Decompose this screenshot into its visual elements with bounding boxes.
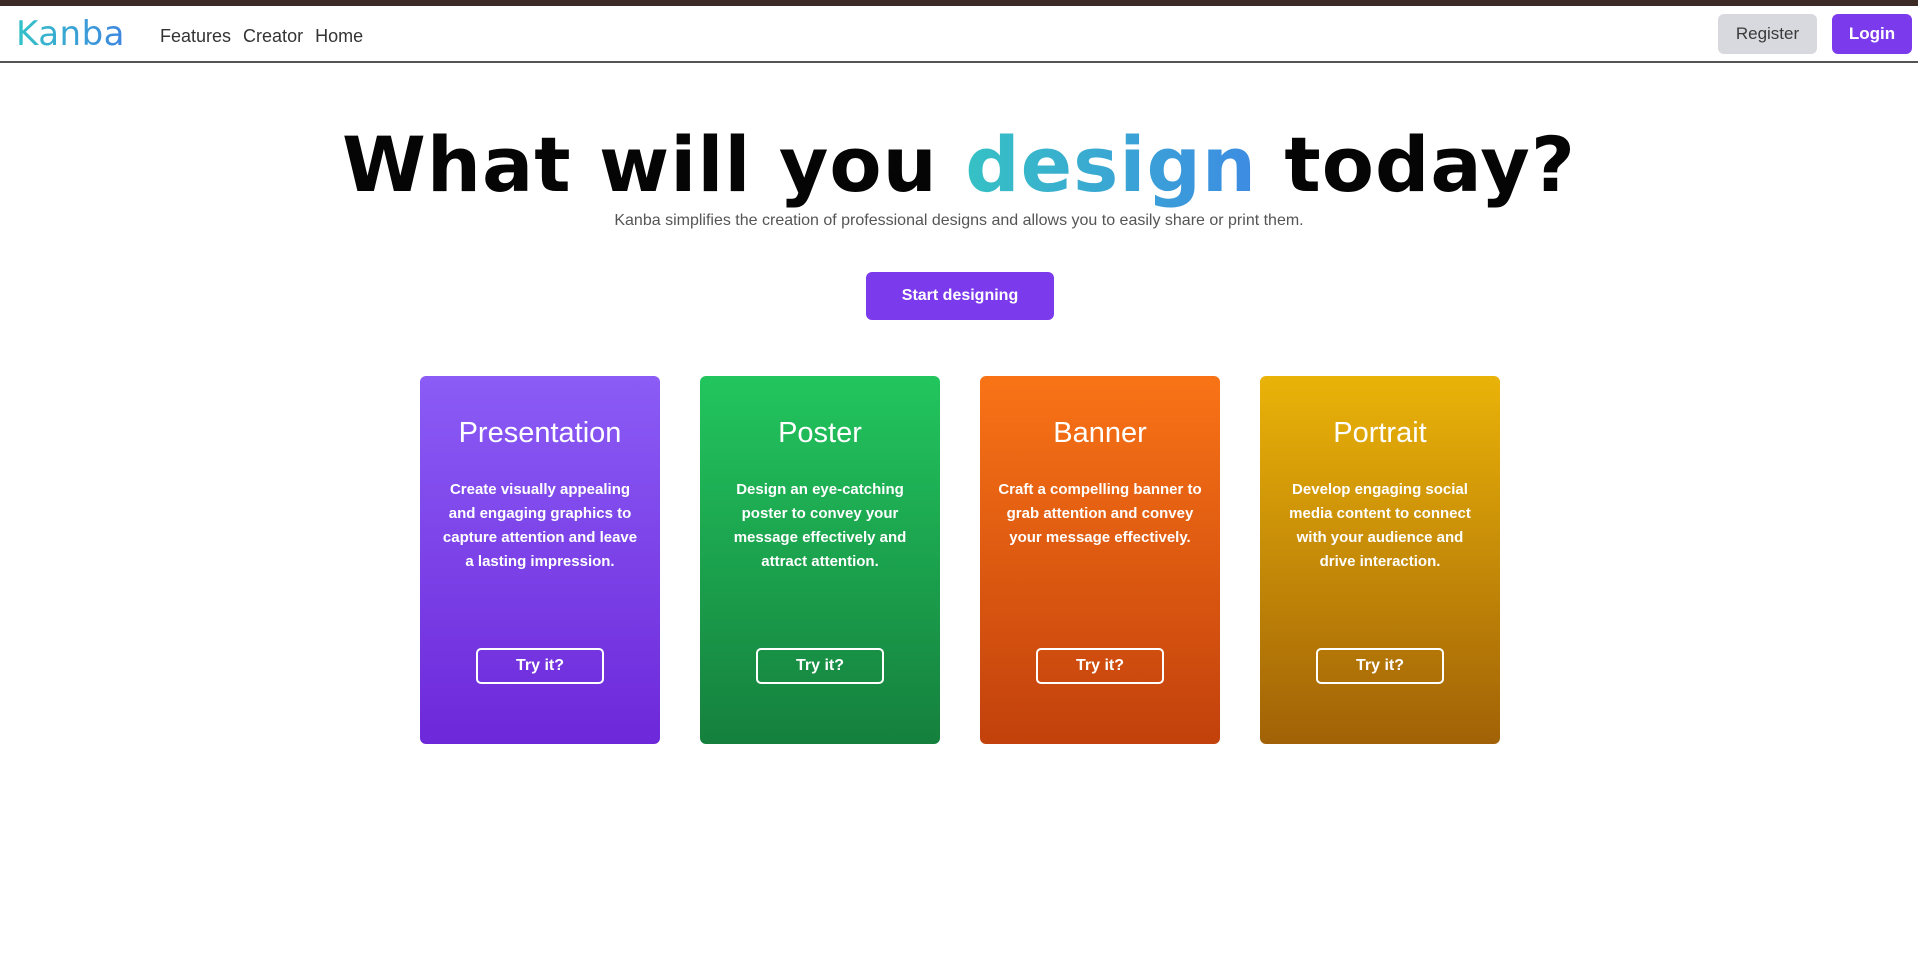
hero-title: What will you design today? (0, 120, 1918, 210)
start-designing-button[interactable]: Start designing (866, 272, 1054, 320)
navbar: Kanba Features Creator Home Register Log… (0, 6, 1918, 63)
design-type-cards: Presentation Create visually appealing a… (420, 376, 1500, 744)
register-button[interactable]: Register (1718, 14, 1817, 54)
card-poster: Poster Design an eye-catching poster to … (700, 376, 940, 744)
nav-links: Features Creator Home (160, 25, 363, 47)
login-button[interactable]: Login (1832, 14, 1912, 54)
card-title: Presentation (458, 417, 622, 449)
nav-link-features[interactable]: Features (160, 25, 231, 47)
hero-title-before: What will you (342, 120, 966, 209)
card-description: Create visually appealing and engaging g… (442, 481, 638, 570)
nav-link-home[interactable]: Home (315, 25, 363, 47)
card-title: Portrait (1333, 417, 1427, 449)
hero-title-after: today? (1256, 120, 1576, 209)
hero-subtitle: Kanba simplifies the creation of profess… (614, 212, 1304, 229)
nav-link-creator[interactable]: Creator (243, 25, 303, 47)
card-description: Develop engaging social media content to… (1289, 481, 1471, 570)
card-banner: Banner Craft a compelling banner to grab… (980, 376, 1220, 744)
try-poster-button[interactable]: Try it? (756, 648, 884, 684)
try-presentation-button[interactable]: Try it? (476, 648, 604, 684)
hero-title-accent: design (965, 120, 1257, 209)
card-description: Craft a compelling banner to grab attent… (998, 481, 1202, 546)
brand-logo[interactable]: Kanba (16, 14, 125, 54)
try-banner-button[interactable]: Try it? (1036, 648, 1164, 684)
card-portrait: Portrait Develop engaging social media c… (1260, 376, 1500, 744)
card-title: Poster (778, 417, 862, 449)
card-title: Banner (1053, 417, 1147, 449)
try-portrait-button[interactable]: Try it? (1316, 648, 1444, 684)
card-presentation: Presentation Create visually appealing a… (420, 376, 660, 744)
card-description: Design an eye-catching poster to convey … (733, 481, 907, 570)
